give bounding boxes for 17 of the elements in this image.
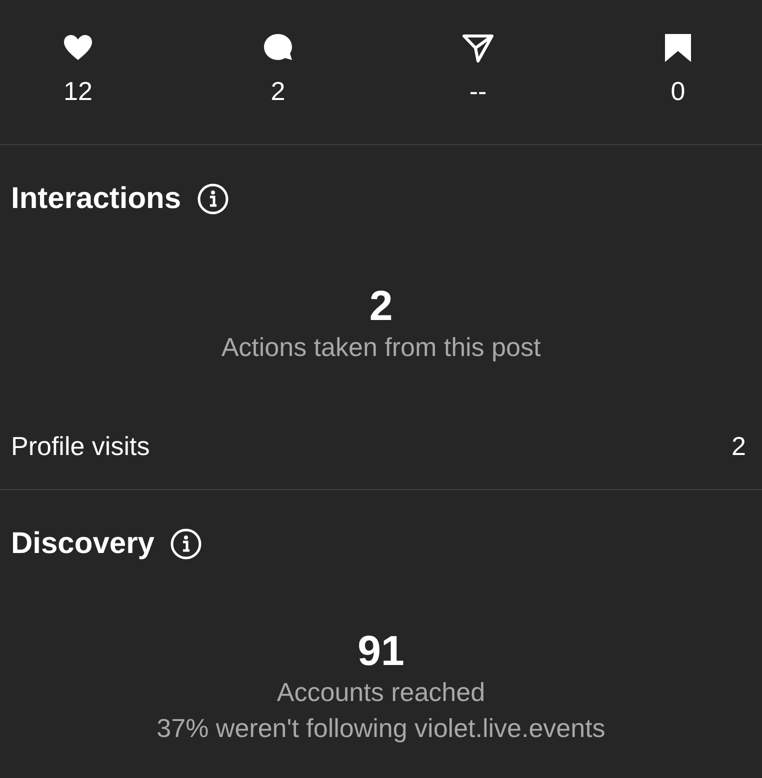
stat-count: 12 bbox=[64, 76, 92, 106]
paper-plane-icon bbox=[462, 32, 494, 64]
stat-count: -- bbox=[469, 76, 487, 106]
metric-label: Profile visits bbox=[11, 431, 150, 461]
metric-value: 2 bbox=[732, 431, 746, 461]
caption: Accounts reached bbox=[276, 676, 486, 709]
big-number: 91 bbox=[358, 628, 404, 674]
caption: Actions taken from this post bbox=[221, 331, 541, 364]
section-title: Discovery bbox=[11, 526, 154, 562]
caption: 37% weren't following violet.live.events bbox=[156, 712, 606, 745]
stat-count: 2 bbox=[270, 76, 286, 106]
bookmark-icon bbox=[662, 32, 694, 64]
big-number: 2 bbox=[369, 283, 393, 329]
stat-count: 0 bbox=[670, 76, 686, 106]
section-title: Interactions bbox=[11, 181, 182, 217]
info-icon[interactable] bbox=[197, 183, 230, 215]
info-icon[interactable] bbox=[170, 528, 202, 560]
